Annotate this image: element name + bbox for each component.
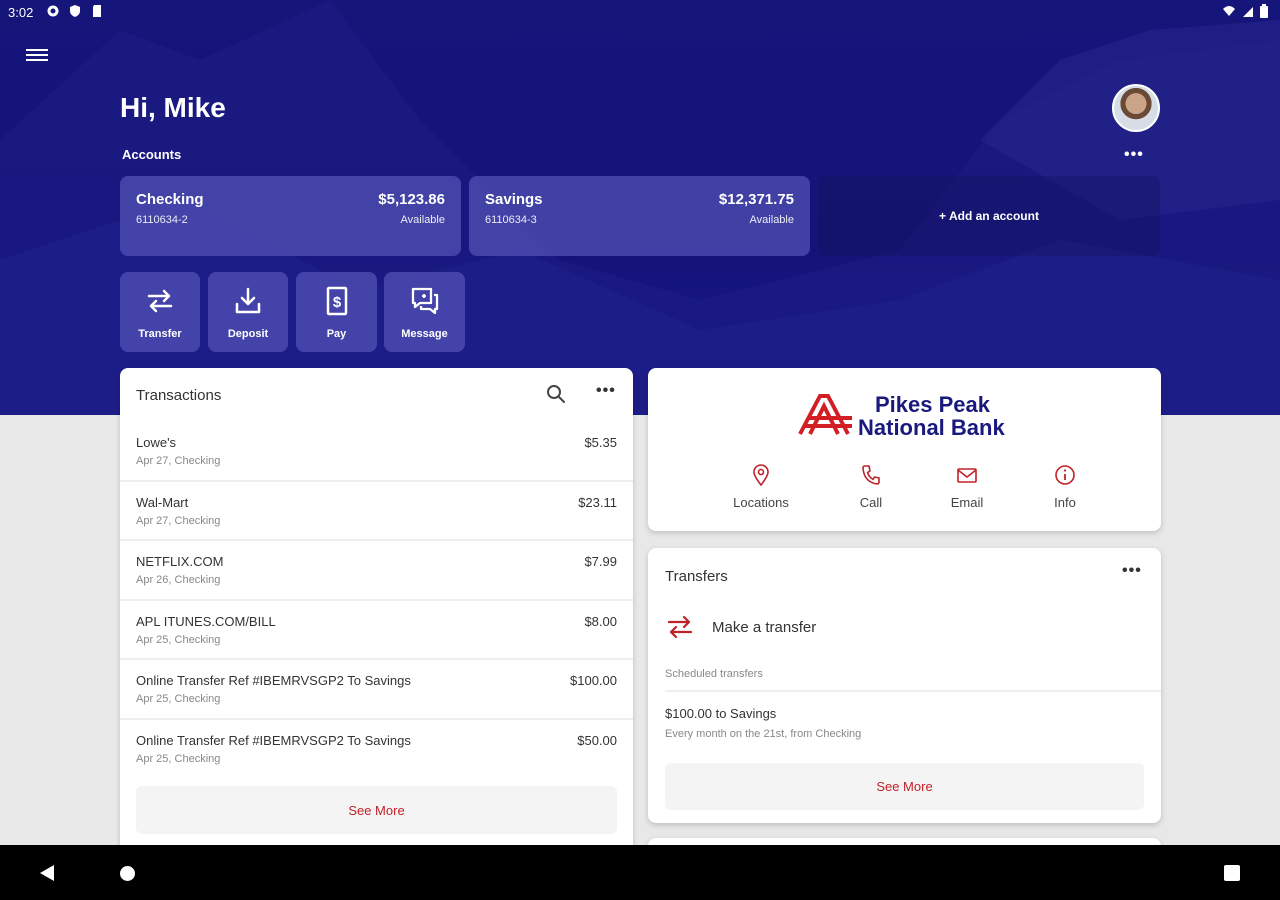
quick-action-transfer[interactable]: Transfer	[120, 272, 200, 352]
transaction-amount: $7.99	[584, 554, 617, 569]
bank-action-info[interactable]: Info	[1046, 464, 1084, 510]
transaction-amount: $50.00	[577, 732, 617, 748]
scheduled-transfers-label: Scheduled transfers	[665, 668, 763, 680]
status-bar: 3:02	[0, 0, 1280, 26]
email-icon	[957, 468, 977, 483]
profile-avatar[interactable]	[1112, 84, 1160, 132]
home-icon[interactable]	[120, 866, 135, 881]
transaction-merchant: APL ITUNES.COM/BILL	[136, 613, 276, 629]
sd-card-status-icon	[90, 4, 104, 18]
divider	[665, 690, 1161, 692]
phone-icon	[862, 465, 880, 485]
transfers-card: Transfers ••• Make a transfer Scheduled …	[648, 548, 1161, 823]
back-icon[interactable]	[38, 863, 56, 883]
greeting-title: Hi, Mike	[120, 92, 226, 123]
transaction-row[interactable]: APL ITUNES.COM/BILL Apr 25, Checking $8.…	[120, 601, 633, 660]
bank-action-label: Info	[1054, 495, 1076, 510]
transaction-detail: Apr 25, Checking	[136, 693, 221, 705]
bank-action-label: Locations	[733, 495, 789, 510]
bank-info-card: Pikes Peak National Bank Locations Call …	[648, 368, 1161, 531]
bank-logo-icon	[798, 394, 852, 435]
account-balance-label: Available	[400, 214, 445, 226]
bank-name-line1: Pikes Peak	[875, 392, 990, 417]
account-balance: $5,123.86	[378, 191, 445, 208]
scheduled-transfer-item[interactable]: $100.00 to Savings Every month on the 21…	[665, 698, 1145, 748]
info-icon	[1055, 465, 1075, 485]
search-icon[interactable]	[546, 384, 566, 409]
transaction-amount: $8.00	[584, 613, 617, 629]
transaction-row[interactable]: Online Transfer Ref #IBEMRVSGP2 To Savin…	[120, 660, 633, 720]
pay-icon: $	[326, 286, 347, 316]
settings-status-icon	[46, 4, 60, 18]
scheduled-transfer-title: $100.00 to Savings	[665, 706, 777, 721]
transactions-title: Transactions	[136, 387, 222, 404]
quick-action-label: Message	[401, 328, 448, 340]
account-balance-label: Available	[749, 214, 794, 226]
quick-action-label: Pay	[326, 328, 347, 340]
bank-action-locations[interactable]: Locations	[728, 464, 794, 510]
bank-action-call[interactable]: Call	[851, 464, 891, 510]
transfer-icon	[667, 615, 693, 639]
battery-status-icon	[1260, 4, 1268, 21]
recent-apps-icon[interactable]	[1224, 865, 1240, 881]
transaction-detail: Apr 25, Checking	[136, 752, 221, 765]
transaction-merchant: Lowe's	[136, 435, 177, 450]
transaction-amount: $23.11	[578, 494, 617, 510]
location-pin-icon	[753, 464, 769, 486]
transaction-detail: Apr 27, Checking	[136, 455, 221, 467]
hamburger-menu-icon[interactable]	[26, 46, 48, 66]
add-account-button[interactable]: + Add an account	[818, 176, 1160, 256]
transactions-see-more-button[interactable]: See More	[136, 786, 617, 834]
transaction-detail: Apr 25, Checking	[136, 633, 221, 646]
status-time: 3:02	[8, 5, 34, 20]
message-icon	[411, 287, 438, 315]
quick-action-label: Deposit	[227, 328, 269, 340]
system-navigation-bar	[0, 845, 1280, 900]
account-name: Savings	[485, 191, 543, 208]
bank-name-line2: National Bank	[858, 415, 1005, 440]
transaction-row[interactable]: Online Transfer Ref #IBEMRVSGP2 To Savin…	[120, 720, 633, 780]
wifi-status-icon	[1222, 4, 1236, 21]
transaction-row[interactable]: NETFLIX.COM Apr 26, Checking $7.99	[120, 541, 633, 601]
make-transfer-button[interactable]: Make a transfer	[665, 610, 1145, 646]
signal-status-icon	[1242, 4, 1254, 21]
transfers-title: Transfers	[665, 568, 728, 585]
quick-action-message[interactable]: Message	[384, 272, 465, 352]
make-transfer-label: Make a transfer	[712, 619, 817, 636]
quick-action-pay[interactable]: $ Pay	[296, 272, 377, 352]
transfers-see-more-button[interactable]: See More	[665, 763, 1144, 810]
transaction-amount: $100.00	[570, 673, 617, 688]
transaction-detail: Apr 26, Checking	[136, 574, 221, 586]
transfers-more-icon[interactable]: •••	[1122, 562, 1142, 580]
transactions-list: Lowe's Apr 27, Checking $5.35 Wal-Mart A…	[120, 422, 633, 779]
bank-action-label: Call	[859, 495, 883, 510]
account-number: 6110634-2	[136, 214, 188, 226]
scheduled-transfer-subtitle: Every month on the 21st, from Checking	[665, 728, 862, 740]
transaction-amount: $5.35	[584, 435, 617, 450]
transaction-row[interactable]: Lowe's Apr 27, Checking $5.35	[120, 422, 633, 482]
account-card-checking[interactable]: Checking 6110634-2 $5,123.86 Available	[120, 176, 461, 256]
transaction-merchant: Online Transfer Ref #IBEMRVSGP2 To Savin…	[136, 732, 411, 748]
shield-status-icon	[68, 4, 82, 18]
account-balance: $12,371.75	[718, 191, 794, 208]
transfer-icon	[147, 289, 173, 313]
transactions-more-icon[interactable]: •••	[596, 382, 616, 400]
account-card-savings[interactable]: Savings 6110634-3 $12,371.75 Available	[469, 176, 810, 256]
account-name: Checking	[136, 191, 204, 208]
transaction-merchant: NETFLIX.COM	[136, 554, 224, 569]
bank-action-label: Email	[950, 495, 984, 510]
svg-text:$: $	[332, 294, 341, 311]
quick-action-deposit[interactable]: Deposit	[208, 272, 288, 352]
transaction-detail: Apr 27, Checking	[136, 514, 221, 527]
transactions-card: Transactions ••• Lowe's Apr 27, Checking…	[120, 368, 633, 858]
bank-action-email[interactable]: Email	[944, 464, 990, 510]
deposit-icon	[235, 287, 261, 314]
accounts-more-icon[interactable]: •••	[1124, 146, 1144, 164]
transaction-row[interactable]: Wal-Mart Apr 27, Checking $23.11	[120, 482, 633, 541]
account-number: 6110634-3	[485, 214, 537, 226]
quick-action-label: Transfer	[138, 328, 182, 340]
transaction-merchant: Online Transfer Ref #IBEMRVSGP2 To Savin…	[136, 673, 411, 688]
transaction-merchant: Wal-Mart	[136, 494, 189, 510]
accounts-section-label: Accounts	[122, 147, 182, 162]
